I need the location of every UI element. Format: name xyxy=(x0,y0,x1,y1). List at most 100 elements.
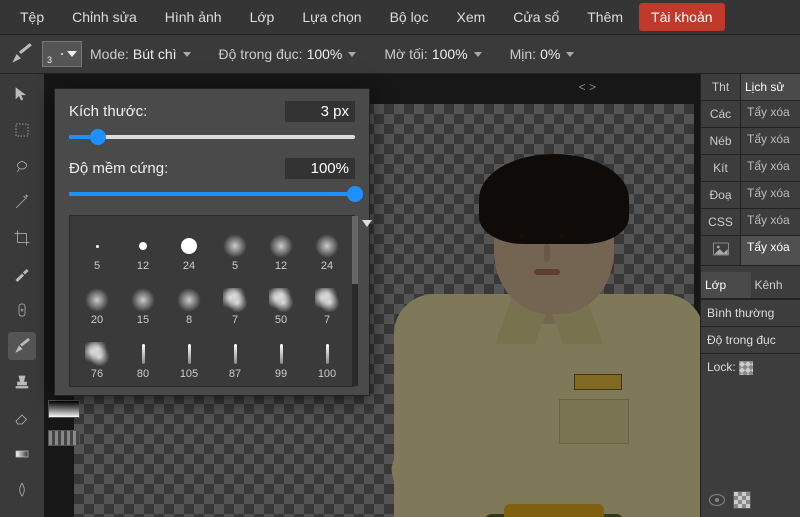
brush-preset-cell[interactable]: 8 xyxy=(168,276,210,326)
eraser-tool[interactable] xyxy=(8,404,36,432)
brush-preset-size: 80 xyxy=(137,368,149,380)
blur-tool[interactable] xyxy=(8,476,36,504)
brush-preset-size: 12 xyxy=(275,260,287,272)
history-item[interactable]: Tẩy xóa xyxy=(741,101,800,127)
brush-preset-size: 20 xyxy=(91,314,103,326)
opacity-picker[interactable]: Độ trong đục: 100% xyxy=(219,46,357,62)
right-tab-col1-0[interactable]: Tht xyxy=(701,74,741,100)
chevron-down-icon xyxy=(67,51,77,57)
flow-picker[interactable]: Mờ tối: 100% xyxy=(384,46,481,62)
brush-tool[interactable] xyxy=(8,332,36,360)
right-tab-col1-4[interactable]: Đoạ xyxy=(701,182,741,208)
hardness-label: Độ mềm cứng: xyxy=(69,160,168,177)
hardness-slider[interactable] xyxy=(69,185,355,203)
layer-thumbnail[interactable] xyxy=(733,491,751,509)
smooth-picker[interactable]: Mịn: 0% xyxy=(510,46,575,62)
brush-preset-cell[interactable]: 5 xyxy=(76,222,118,272)
size-slider[interactable] xyxy=(69,128,355,146)
brush-preset-cell[interactable]: 99 xyxy=(260,330,302,380)
mode-value: Bút chì xyxy=(133,46,177,62)
brush-preset-size: 87 xyxy=(229,368,241,380)
menu-select[interactable]: Lựa chọn xyxy=(290,3,373,31)
layer-row[interactable] xyxy=(701,491,800,509)
right-tab-col1-5[interactable]: CSS xyxy=(701,209,741,235)
brush-preset-size: 24 xyxy=(321,260,333,272)
gradient-tool[interactable] xyxy=(8,440,36,468)
brush-size-indicator: 3 xyxy=(47,55,52,65)
menu-account[interactable]: Tài khoản xyxy=(639,3,724,31)
pattern-swatch[interactable] xyxy=(48,430,80,446)
layer-opacity-row[interactable]: Độ trong đục xyxy=(701,326,800,353)
right-tab-col1-2[interactable]: Néb xyxy=(701,128,741,154)
wand-tool[interactable] xyxy=(8,188,36,216)
opacity-value: 100% xyxy=(307,46,343,62)
menu-file[interactable]: Tệp xyxy=(8,3,56,31)
brush-preset-cell[interactable]: 7 xyxy=(306,276,348,326)
image-icon[interactable] xyxy=(701,236,741,265)
healing-tool[interactable] xyxy=(8,296,36,324)
hardness-value[interactable]: 100% xyxy=(285,158,355,179)
brush-preset-cell[interactable]: 50 xyxy=(260,276,302,326)
brush-preset-cell[interactable]: 15 xyxy=(122,276,164,326)
lasso-tool[interactable] xyxy=(8,152,36,180)
scrollbar[interactable] xyxy=(352,216,358,386)
menu-image[interactable]: Hình ảnh xyxy=(153,3,234,31)
history-item[interactable]: Tẩy xóa xyxy=(741,236,800,265)
chevron-down-icon[interactable] xyxy=(362,220,372,227)
brush-preset-cell[interactable]: 12 xyxy=(260,222,302,272)
options-bar: 3 Mode: Bút chì Độ trong đục: 100% Mờ tố… xyxy=(0,34,800,74)
menu-edit[interactable]: Chỉnh sửa xyxy=(60,3,149,31)
brush-preset-cell[interactable]: 24 xyxy=(168,222,210,272)
size-value[interactable]: 3 px xyxy=(285,101,355,122)
menu-filter[interactable]: Bộ lọc xyxy=(378,3,441,31)
history-item[interactable]: Tẩy xóa xyxy=(741,209,800,235)
history-item[interactable]: Tẩy xóa xyxy=(741,155,800,181)
move-tool[interactable] xyxy=(8,80,36,108)
right-tab-channels[interactable]: Kênh xyxy=(751,272,800,298)
brush-preset-size: 5 xyxy=(232,260,238,272)
stamp-tool[interactable] xyxy=(8,368,36,396)
brush-preset-cell[interactable]: 7 xyxy=(214,276,256,326)
blend-mode-picker[interactable]: Bình thường xyxy=(701,299,800,326)
menu-view[interactable]: Xem xyxy=(444,3,497,31)
eye-icon[interactable] xyxy=(709,494,725,506)
crop-tool[interactable] xyxy=(8,224,36,252)
size-label: Kích thước: xyxy=(69,103,147,120)
brush-preset-size: 12 xyxy=(137,260,149,272)
chevron-down-icon xyxy=(474,52,482,57)
history-item[interactable]: Tẩy xóa xyxy=(741,128,800,154)
gradient-swatch[interactable] xyxy=(48,400,80,418)
eyedropper-tool[interactable] xyxy=(8,260,36,288)
smooth-value: 0% xyxy=(540,46,560,62)
menu-window[interactable]: Cửa sổ xyxy=(501,3,571,31)
right-tab-history[interactable]: Lịch sử xyxy=(741,74,800,100)
marquee-tool[interactable] xyxy=(8,116,36,144)
brush-preset-cell[interactable]: 100 xyxy=(306,330,348,380)
brush-preset-cell[interactable]: 87 xyxy=(214,330,256,380)
right-panels: Tht Lịch sử CácTẩy xóa NébTẩy xóa KítTẩy… xyxy=(700,74,800,517)
brush-preset-cell[interactable]: 76 xyxy=(76,330,118,380)
right-tab-col1-3[interactable]: Kít xyxy=(701,155,741,181)
lock-transparency-icon[interactable] xyxy=(739,361,753,375)
mode-picker[interactable]: Mode: Bút chì xyxy=(90,46,191,62)
slider-thumb[interactable] xyxy=(347,186,363,202)
history-item[interactable]: Tẩy xóa xyxy=(741,182,800,208)
brush-preset-cell[interactable]: 5 xyxy=(214,222,256,272)
chevron-down-icon xyxy=(183,52,191,57)
right-tab-col1-1[interactable]: Các xyxy=(701,101,741,127)
code-bracket-icon[interactable]: < > xyxy=(579,80,596,94)
brush-preset-cell[interactable]: 12 xyxy=(122,222,164,272)
brush-preset-cell[interactable]: 80 xyxy=(122,330,164,380)
right-tabs-top: Tht Lịch sử xyxy=(701,74,800,101)
brush-preset-cell[interactable]: 24 xyxy=(306,222,348,272)
right-tab-layers[interactable]: Lớp xyxy=(701,272,751,298)
opacity-label: Độ trong đục: xyxy=(219,46,303,62)
brush-preset-grid: 512245122420158750776801058799100 xyxy=(69,215,355,387)
brush-preset-picker[interactable]: 3 xyxy=(42,41,82,67)
menu-layer[interactable]: Lớp xyxy=(238,3,287,31)
slider-thumb[interactable] xyxy=(90,129,106,145)
brush-preset-cell[interactable]: 105 xyxy=(168,330,210,380)
brush-preset-cell[interactable]: 20 xyxy=(76,276,118,326)
menu-more[interactable]: Thêm xyxy=(575,3,635,31)
brush-preset-panel: Kích thước: 3 px Độ mềm cứng: 100% 5 12 24… xyxy=(54,88,370,396)
